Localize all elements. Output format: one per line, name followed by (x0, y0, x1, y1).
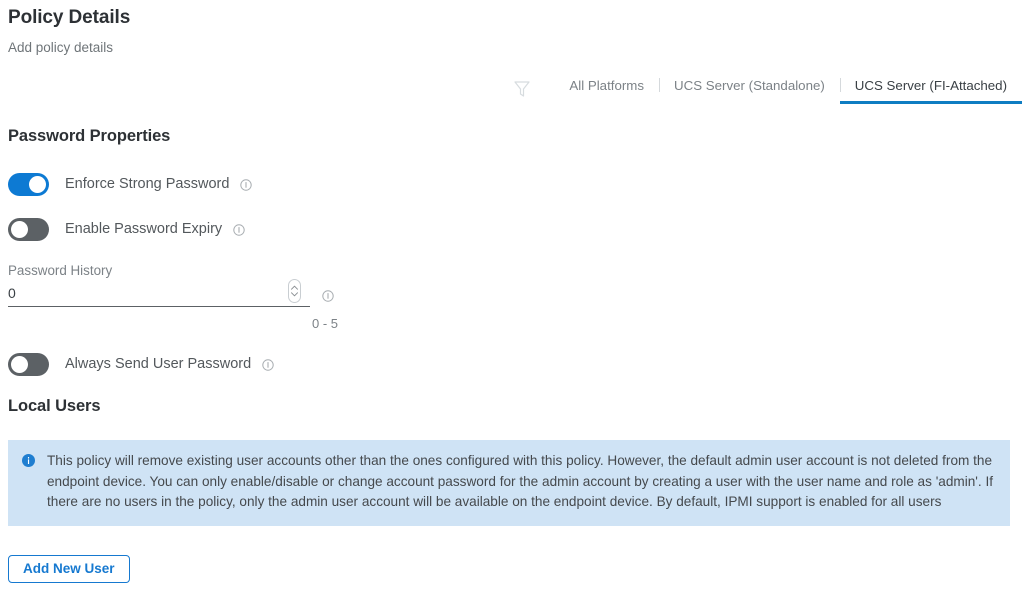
enforce-strong-password-toggle[interactable] (8, 172, 49, 196)
enable-password-expiry-row: Enable Password Expiry (8, 217, 245, 241)
password-history-field: Password History 0 - 5 (8, 262, 338, 332)
platform-filter-bar: All Platforms UCS Server (Standalone) UC… (512, 74, 1022, 104)
info-circle-icon[interactable] (240, 178, 253, 191)
enforce-strong-password-label: Enforce Strong Password (65, 176, 230, 192)
password-history-input-box[interactable] (8, 279, 310, 307)
page-header: Policy Details Add policy details (0, 0, 1026, 56)
quantity-stepper[interactable] (288, 279, 301, 303)
toggle-knob (29, 175, 46, 193)
password-history-label: Password History (8, 263, 113, 278)
info-circle-icon[interactable] (262, 358, 274, 371)
always-send-user-password-toggle[interactable] (8, 352, 49, 376)
password-properties-section-title: Password Properties (8, 127, 171, 145)
toggle-knob (11, 220, 28, 238)
always-send-user-password-label: Always Send User Password (65, 356, 252, 372)
toggle-knob (11, 355, 28, 373)
add-new-user-button[interactable]: Add New User (8, 555, 130, 583)
always-send-user-password-row: Always Send User Password (8, 352, 274, 376)
page-title: Policy Details (8, 7, 131, 28)
local-users-section-title: Local Users (8, 397, 101, 415)
enable-password-expiry-toggle[interactable] (8, 217, 49, 241)
platform-tab-list: All Platforms UCS Server (Standalone) UC… (554, 77, 1022, 104)
page-subtitle: Add policy details (8, 40, 114, 55)
enable-password-expiry-label: Enable Password Expiry (65, 221, 223, 237)
tab-ucs-server-fi-attached-label: UCS Server (FI-Attached) (854, 78, 1007, 93)
tab-all-platforms[interactable]: All Platforms (554, 77, 659, 104)
funnel-icon[interactable] (512, 79, 532, 99)
enforce-strong-password-row: Enforce Strong Password (8, 172, 253, 196)
policy-info-banner: This policy will remove existing user ac… (8, 440, 1010, 526)
tab-ucs-server-standalone[interactable]: UCS Server (Standalone) (659, 77, 840, 104)
info-circle-icon[interactable] (322, 289, 334, 302)
policy-info-banner-text: This policy will remove existing user ac… (47, 453, 994, 509)
tab-ucs-server-fi-attached[interactable]: UCS Server (FI-Attached) (839, 77, 1022, 104)
tab-all-platforms-label: All Platforms (569, 78, 645, 93)
password-history-input-wrap (8, 279, 338, 307)
info-filled-icon (22, 454, 35, 467)
info-circle-icon[interactable] (233, 223, 245, 236)
password-history-input[interactable] (8, 283, 268, 302)
tab-ucs-server-standalone-label: UCS Server (Standalone) (674, 78, 825, 93)
password-history-range-hint: 0 - 5 (311, 316, 338, 331)
